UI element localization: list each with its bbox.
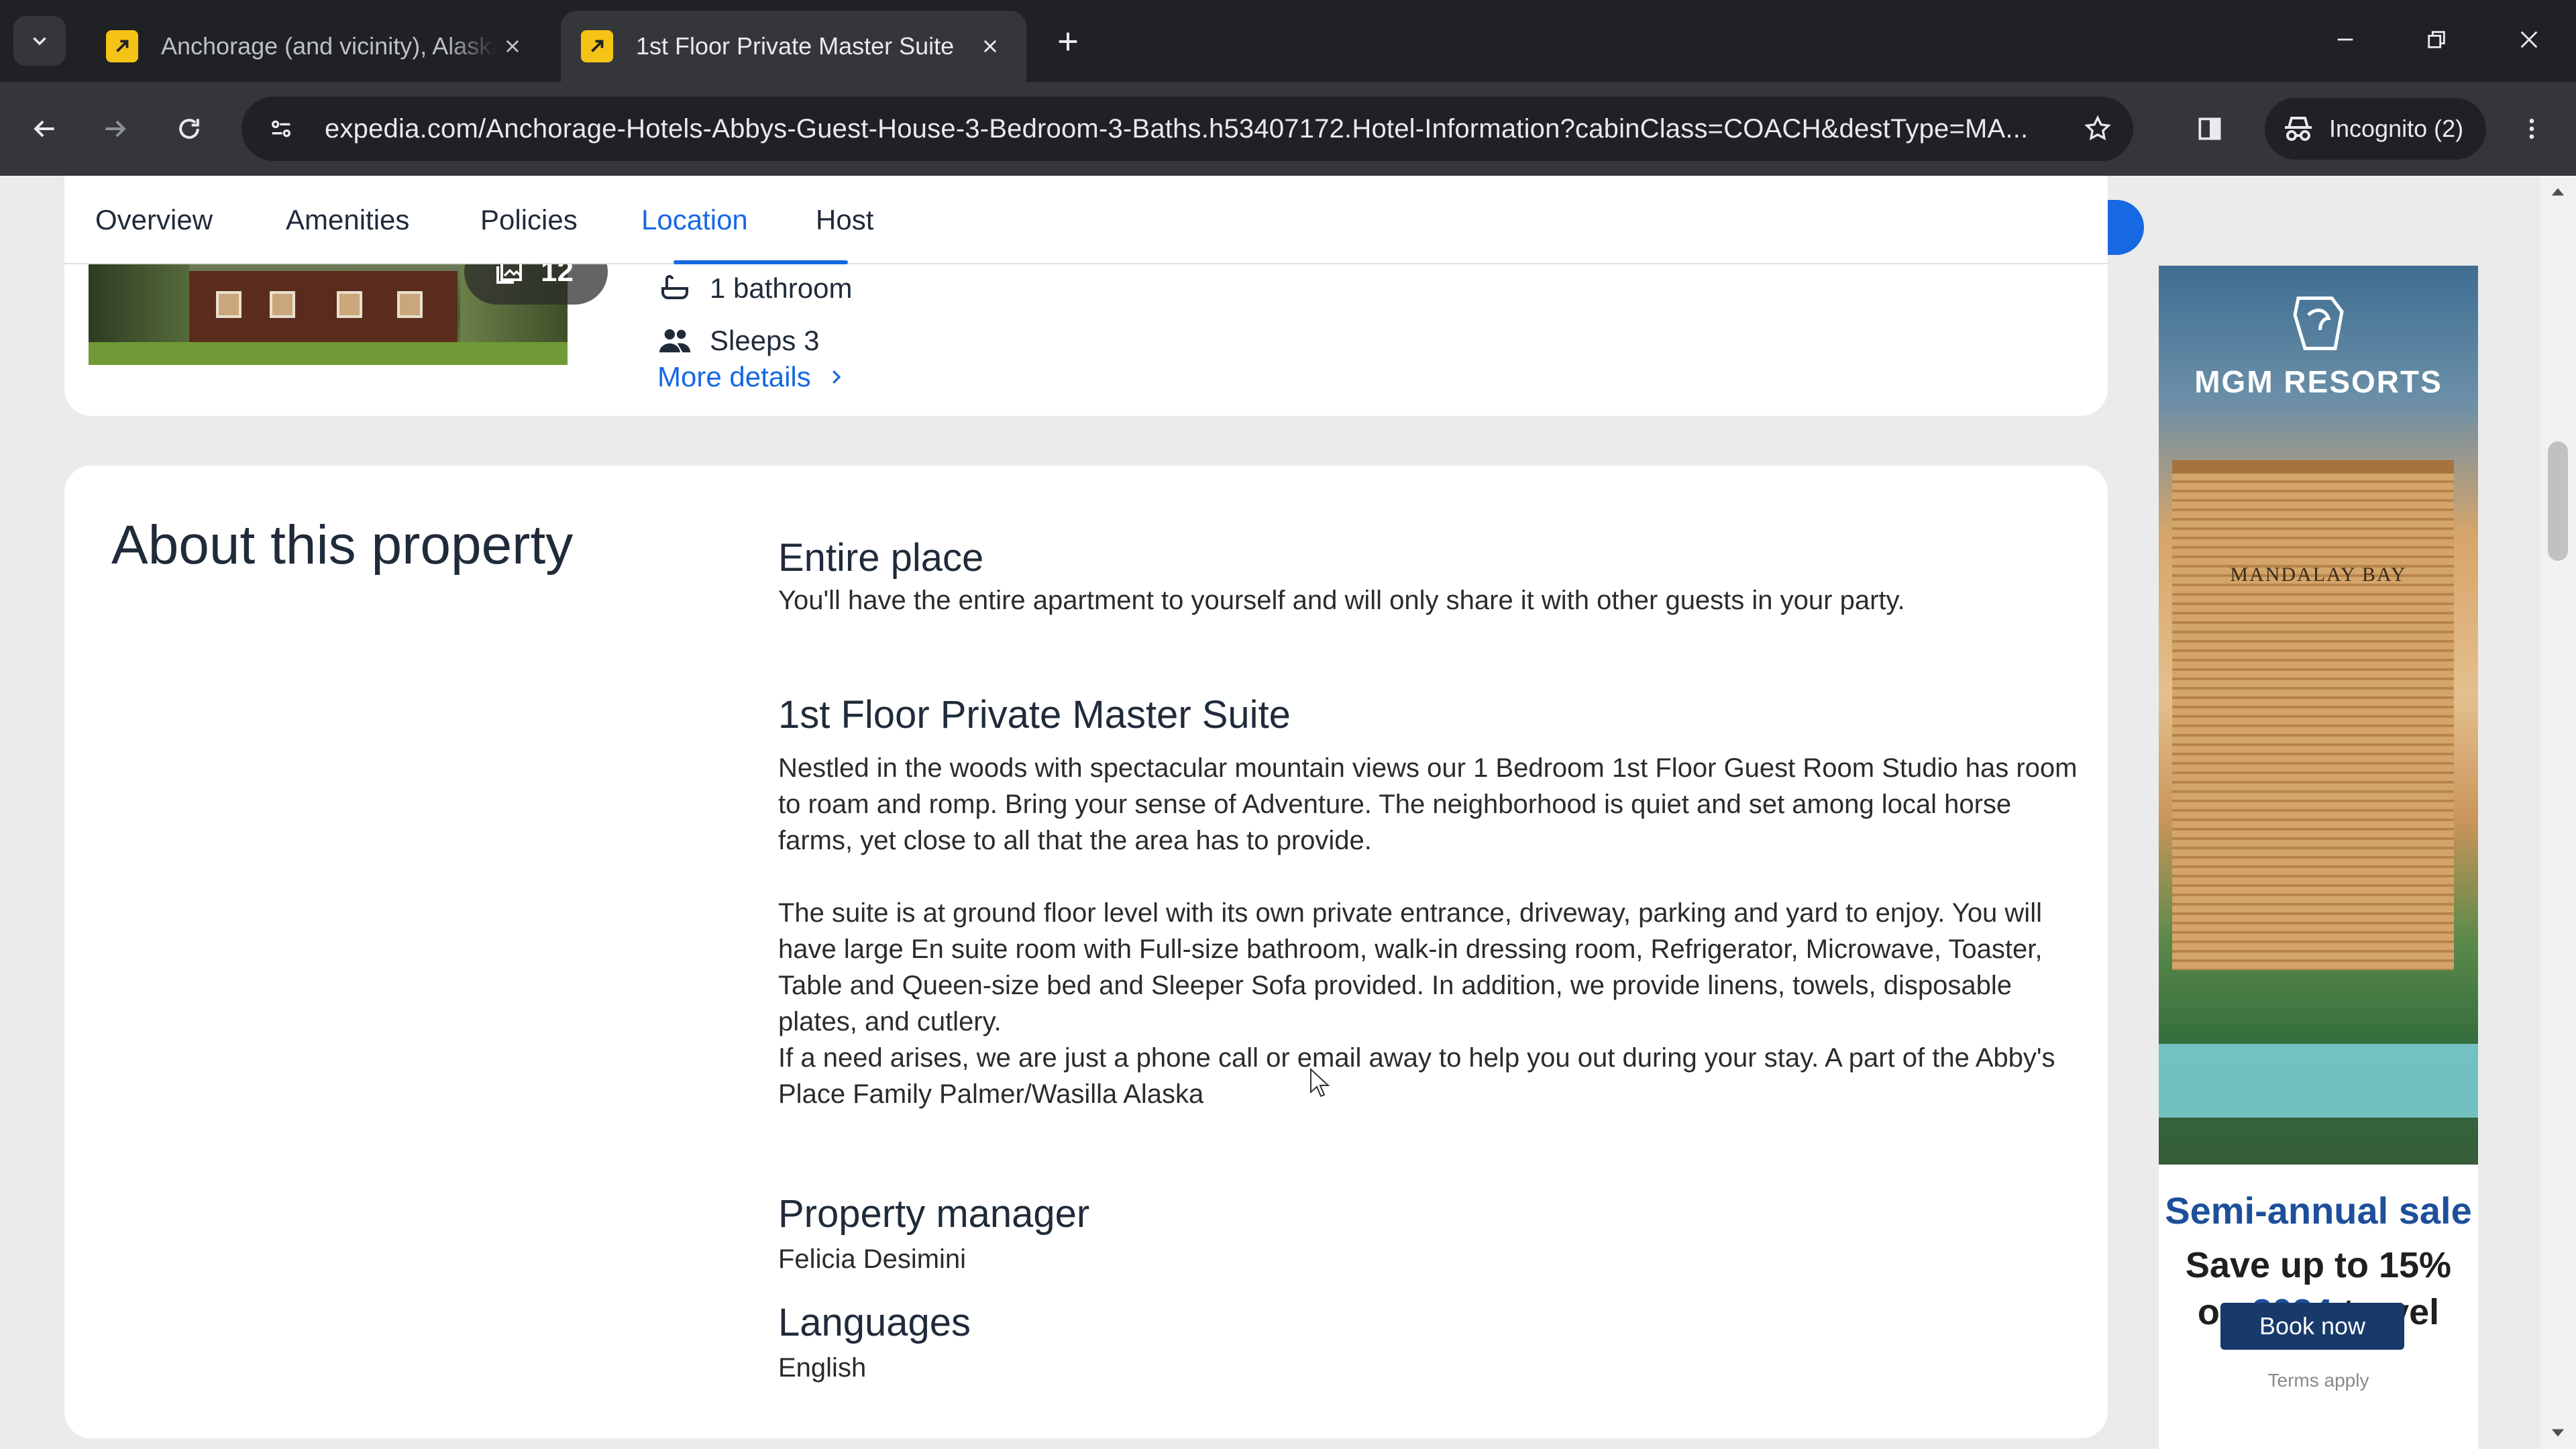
suite-heading: 1st Floor Private Master Suite <box>778 693 1291 737</box>
minimize-button[interactable] <box>2318 16 2372 63</box>
nav-tab-label: Host <box>816 204 874 235</box>
ad-hotel-image <box>2159 266 2478 1165</box>
ad-brand: MGM RESORTS <box>2194 364 2443 399</box>
incognito-icon <box>2285 117 2312 141</box>
ad-headline: Semi-annual sale <box>2165 1189 2472 1232</box>
browser-tab-anchorage[interactable]: Anchorage (and vicinity), Alaska <box>86 11 549 82</box>
nav-tab-overview[interactable]: Overview <box>95 176 213 264</box>
arrow-left-icon <box>34 120 54 138</box>
photo-cabin-window <box>216 291 241 318</box>
photo-cabin-window <box>337 291 362 318</box>
lion-logo-icon <box>2285 291 2352 356</box>
photo-cabin-window <box>397 291 423 318</box>
incognito-indicator[interactable]: Incognito (2) <box>2265 98 2486 160</box>
browser-toolbar: expedia.com/Anchorage-Hotels-Abbys-Guest… <box>0 82 2576 176</box>
site-settings-icon[interactable] <box>258 105 305 152</box>
tab-title: Anchorage (and vicinity), Alaska <box>161 32 496 60</box>
arrow-right-icon <box>105 120 126 138</box>
scrollbar-thumb[interactable] <box>2548 441 2568 561</box>
address-bar[interactable]: expedia.com/Anchorage-Hotels-Abbys-Guest… <box>241 97 2133 161</box>
suite-paragraph-3: If a need arises, we are just a phone ca… <box>778 1043 2055 1109</box>
ad-offer-line-1: Save up to 15% <box>2185 1245 2452 1285</box>
page-content: 12 1 bathroom Sleeps 3 More details Over… <box>0 176 2576 1449</box>
browser-menu-button[interactable] <box>2506 103 2557 154</box>
ad-book-now-button[interactable]: Book now <box>2220 1303 2404 1350</box>
kebab-menu-icon <box>2529 119 2534 139</box>
nav-tab-label: Overview <box>95 204 213 235</box>
nav-tab-amenities[interactable]: Amenities <box>286 176 409 264</box>
more-details-link[interactable]: More details <box>657 361 846 393</box>
photo-cabin <box>189 271 458 352</box>
nav-tab-host[interactable]: Host <box>816 176 873 264</box>
chevron-down-icon <box>33 37 46 46</box>
feature-label: 1 bathroom <box>710 272 853 304</box>
restore-icon <box>2428 31 2445 48</box>
url-text: expedia.com/Anchorage-Hotels-Abbys-Guest… <box>325 113 2029 144</box>
side-panel-icon <box>2198 117 2221 140</box>
tab-strip: Anchorage (and vicinity), Alaska 1st Flo… <box>0 0 2576 82</box>
property-section-nav: Overview Amenities Policies Location Hos… <box>64 176 2108 264</box>
people-icon <box>657 323 692 358</box>
about-title: About this property <box>111 515 574 576</box>
entire-place-text: You'll have the entire apartment to your… <box>778 586 1905 615</box>
close-icon <box>2520 31 2538 48</box>
plus-icon <box>1059 32 1077 51</box>
suite-paragraph-2: The suite is at ground floor level with … <box>778 898 2043 1036</box>
minimize-icon <box>2337 38 2353 41</box>
active-tab-indicator <box>674 260 848 264</box>
tab-close-icon[interactable] <box>974 30 1006 62</box>
new-tab-button[interactable] <box>1046 20 1089 63</box>
entire-place-heading: Entire place <box>778 536 984 580</box>
nav-tab-label: Location <box>641 204 748 235</box>
property-manager-name: Felicia Desimini <box>778 1244 967 1274</box>
languages-value: English <box>778 1353 867 1383</box>
nav-tab-label: Amenities <box>286 204 410 235</box>
browser-tab-master-suite[interactable]: 1st Floor Private Master Suite <box>561 11 1026 82</box>
expedia-favicon-icon <box>106 30 138 62</box>
ad-terms[interactable]: Terms apply <box>2159 1370 2478 1391</box>
expedia-favicon-icon <box>581 30 613 62</box>
ad-tower <box>2172 474 2454 970</box>
scroll-down-arrow-icon[interactable] <box>2540 1419 2576 1446</box>
property-manager-heading: Property manager <box>778 1192 1090 1236</box>
bookmark-star-icon[interactable] <box>2074 105 2121 152</box>
feature-label: Sleeps 3 <box>710 325 820 356</box>
mgm-resorts-ad[interactable]: MGM RESORTS MANDALAY BAY Semi-annual sal… <box>2159 266 2478 1449</box>
tab-close-icon[interactable] <box>496 30 529 62</box>
more-details-label: More details <box>657 361 811 392</box>
close-window-button[interactable] <box>2502 16 2556 63</box>
incognito-label: Incognito (2) <box>2329 115 2464 142</box>
tab-title: 1st Floor Private Master Suite <box>636 32 955 60</box>
feature-sleeps: Sleeps 3 <box>657 323 819 358</box>
restore-button[interactable] <box>2410 16 2463 63</box>
chevron-right-icon <box>826 367 846 387</box>
photo-grass <box>89 342 568 365</box>
nav-tab-label: Policies <box>480 204 578 235</box>
feature-bathroom: 1 bathroom <box>657 271 852 306</box>
forward-button[interactable] <box>90 103 141 154</box>
scroll-up-arrow-icon[interactable] <box>2540 178 2576 205</box>
ad-pool <box>2159 1044 2478 1118</box>
photo-cabin-window <box>270 291 295 318</box>
ad-logo: MGM RESORTS <box>2159 291 2478 400</box>
reload-icon <box>179 119 199 139</box>
side-panel-button[interactable] <box>2184 103 2235 154</box>
back-button[interactable] <box>19 103 70 154</box>
languages-heading: Languages <box>778 1301 971 1344</box>
reload-button[interactable] <box>164 103 215 154</box>
suite-paragraph-1: Nestled in the woods with spectacular mo… <box>778 753 2078 855</box>
about-property-card: About this property Entire place You'll … <box>64 466 2108 1438</box>
tab-search-button[interactable] <box>13 16 66 66</box>
nav-tab-policies[interactable]: Policies <box>480 176 578 264</box>
nav-tab-location[interactable]: Location <box>641 176 748 264</box>
page-scrollbar[interactable] <box>2540 176 2576 1449</box>
ad-property-name: MANDALAY BAY <box>2230 564 2407 586</box>
bathtub-icon <box>657 271 692 306</box>
mouse-cursor-icon <box>1310 1068 1330 1097</box>
